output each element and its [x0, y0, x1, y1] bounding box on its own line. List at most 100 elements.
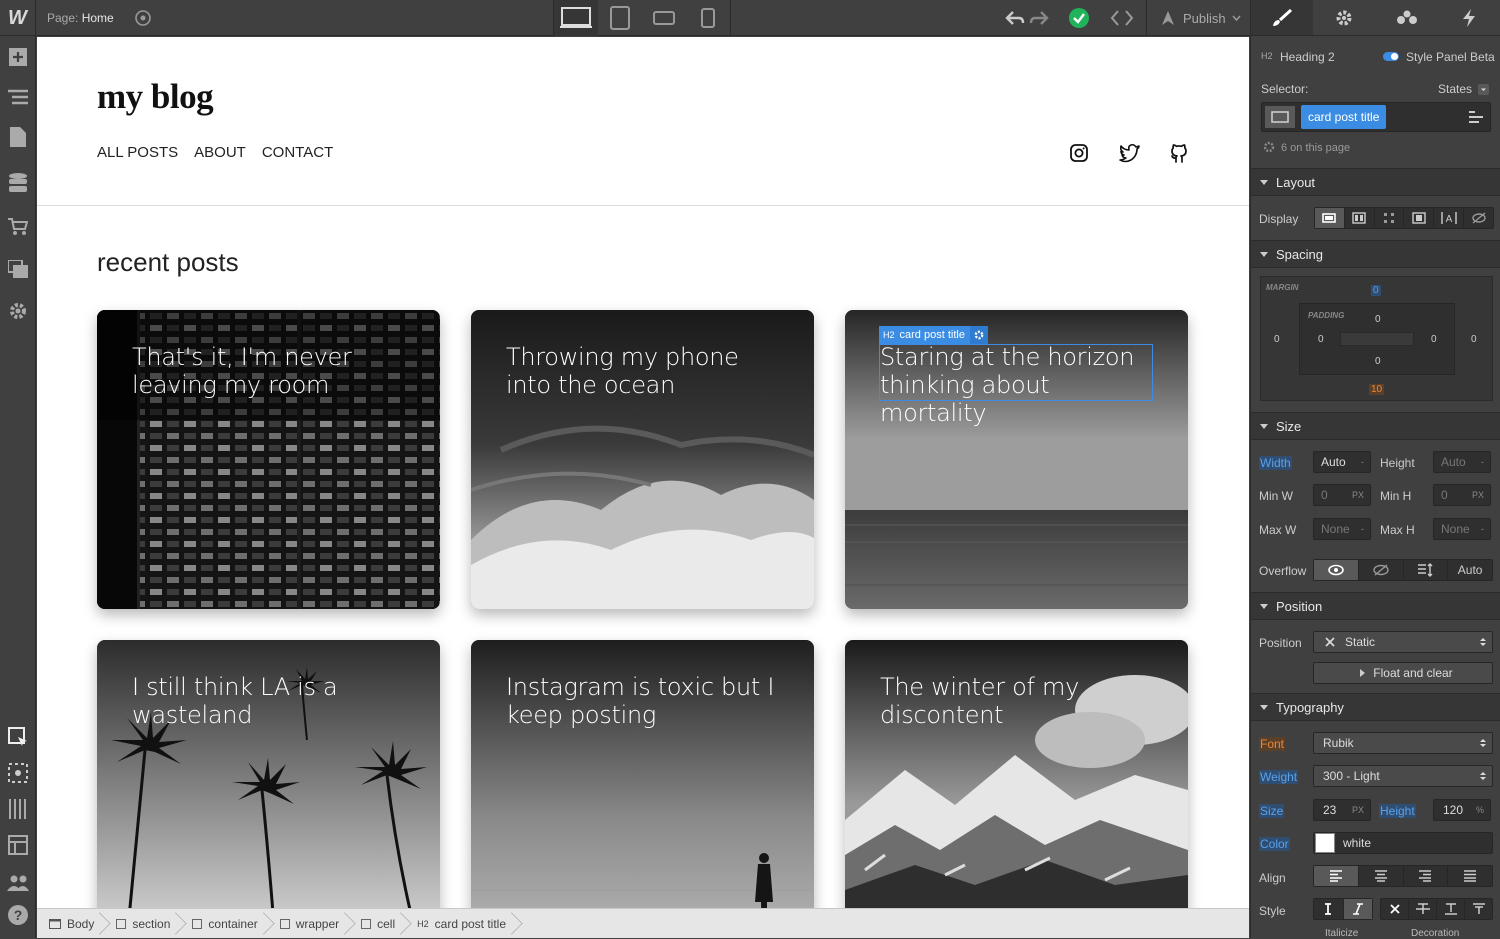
select-tool-icon[interactable]: [7, 726, 29, 748]
cms-icon[interactable]: [7, 172, 29, 194]
post-card[interactable]: I still think LA is a wasteland: [97, 640, 440, 908]
element-settings-gear-icon[interactable]: [1313, 0, 1375, 35]
post-card[interactable]: Instagram is toxic but I keep posting: [471, 640, 814, 908]
preview-select-icon[interactable]: [7, 762, 29, 784]
align-justify-icon[interactable]: [1448, 866, 1492, 886]
min-height-input[interactable]: 0 PX: [1433, 484, 1491, 506]
nav-item-all-posts[interactable]: ALL POSTS: [97, 144, 178, 161]
card-post-title-selected[interactable]: Staring at the horizon thinking about mo…: [880, 343, 1160, 427]
max-height-input[interactable]: None -: [1433, 518, 1491, 540]
margin-bottom-value[interactable]: 10: [1369, 384, 1385, 395]
card-post-title[interactable]: I still think LA is a wasteland: [132, 673, 412, 729]
position-section-header[interactable]: Position: [1251, 592, 1500, 620]
width-input[interactable]: Auto -: [1313, 451, 1371, 473]
selector-menu-icon[interactable]: [1464, 106, 1488, 128]
github-icon[interactable]: [1169, 143, 1191, 165]
padding-bottom-value[interactable]: 0: [1375, 356, 1381, 367]
blog-title[interactable]: my blog: [97, 77, 214, 117]
display-inline-block-icon[interactable]: [1404, 208, 1435, 228]
display-inline-icon[interactable]: A: [1434, 208, 1465, 228]
settings-gear-icon[interactable]: [7, 300, 29, 322]
overflow-auto-option[interactable]: Auto: [1448, 560, 1492, 580]
overline-icon[interactable]: [1465, 899, 1492, 919]
padding-box[interactable]: PADDING 0 0 0 0: [1299, 303, 1455, 375]
align-left-icon[interactable]: [1314, 866, 1359, 886]
font-label[interactable]: Font: [1259, 737, 1286, 751]
publish-status-icon[interactable]: [1068, 0, 1090, 36]
float-and-clear-button[interactable]: Float and clear: [1313, 662, 1493, 684]
size-section-header[interactable]: Size: [1251, 412, 1500, 440]
margin-top-value[interactable]: 0: [1371, 285, 1381, 296]
height-input[interactable]: Auto -: [1433, 451, 1491, 473]
undo-icon[interactable]: [1005, 10, 1025, 26]
nav-item-contact[interactable]: CONTACT: [262, 144, 333, 161]
display-none-icon[interactable]: [1464, 208, 1493, 228]
padding-top-value[interactable]: 0: [1375, 314, 1381, 325]
design-canvas[interactable]: my blog ALL POSTS ABOUT CONTACT recent p…: [37, 37, 1249, 908]
breadcrumb-item-section[interactable]: section: [104, 909, 180, 939]
twitter-icon[interactable]: [1119, 143, 1141, 165]
page-selector[interactable]: Page: Home: [47, 11, 114, 25]
color-input[interactable]: white: [1313, 832, 1493, 854]
breadcrumb-item-body[interactable]: Body: [37, 909, 104, 939]
margin-box[interactable]: MARGIN 0 0 0 10 PADDING 0 0 0 0: [1260, 276, 1493, 401]
display-grid-icon[interactable]: [1375, 208, 1405, 228]
padding-left-value[interactable]: 0: [1318, 334, 1324, 345]
color-swatch[interactable]: [1315, 833, 1335, 853]
post-card[interactable]: Throwing my phone into the ocean: [471, 310, 814, 609]
assets-icon[interactable]: [7, 258, 29, 280]
style-manager-drops-icon[interactable]: [1376, 0, 1438, 35]
style-panel-toggle[interactable]: [1383, 52, 1399, 61]
publish-button[interactable]: Publish: [1146, 0, 1253, 36]
webflow-logo[interactable]: W: [0, 0, 36, 36]
post-card[interactable]: The winter of my discontent: [845, 640, 1188, 908]
breadcrumb-item-wrapper[interactable]: wrapper: [268, 909, 349, 939]
max-width-input[interactable]: None -: [1313, 518, 1371, 540]
post-card[interactable]: Staring at the horizon thinking about mo…: [845, 310, 1188, 609]
states-dropdown[interactable]: States: [1438, 82, 1472, 96]
add-element-icon[interactable]: [7, 46, 29, 68]
weight-label[interactable]: Weight: [1259, 770, 1299, 784]
preview-eye-icon[interactable]: [134, 9, 152, 27]
overflow-hidden-icon[interactable]: [1359, 560, 1404, 580]
layout-section-header[interactable]: Layout: [1251, 168, 1500, 196]
breadcrumb-item-card-post-title[interactable]: H2 card post title: [405, 909, 516, 939]
ecommerce-cart-icon[interactable]: [7, 216, 29, 238]
decoration-none-icon[interactable]: [1381, 899, 1409, 919]
style-brush-icon[interactable]: [1251, 0, 1314, 35]
selector-chip[interactable]: card post title: [1301, 105, 1387, 129]
card-post-title[interactable]: Throwing my phone into the ocean: [506, 343, 786, 399]
italic-style-icon[interactable]: [1343, 899, 1372, 919]
font-size-label[interactable]: Size: [1259, 804, 1285, 818]
grid-overlay-icon[interactable]: [7, 798, 29, 820]
weight-select[interactable]: 300 - Light: [1313, 765, 1493, 787]
overflow-visible-eye-icon[interactable]: [1314, 560, 1359, 580]
element-settings-icon[interactable]: [969, 326, 988, 344]
color-label[interactable]: Color: [1259, 837, 1290, 851]
spacing-section-header[interactable]: Spacing: [1251, 240, 1500, 268]
layout-guides-icon[interactable]: [7, 834, 29, 856]
redo-icon[interactable]: [1029, 10, 1049, 26]
regular-style-icon[interactable]: [1314, 899, 1344, 919]
mobile-portrait-icon[interactable]: [686, 0, 730, 36]
post-card[interactable]: That's it, I'm never leaving my room: [97, 310, 440, 609]
code-export-icon[interactable]: [1110, 0, 1134, 36]
desktop-device-icon[interactable]: [554, 0, 598, 36]
breadcrumb-item-container[interactable]: container: [180, 909, 267, 939]
navigator-icon[interactable]: [7, 86, 29, 108]
interactions-bolt-icon[interactable]: [1438, 0, 1500, 35]
collaborators-icon[interactable]: [7, 872, 29, 894]
strikethrough-icon[interactable]: [1409, 899, 1437, 919]
font-select[interactable]: Rubik: [1313, 732, 1493, 754]
margin-left-value[interactable]: 0: [1274, 334, 1280, 345]
display-flex-icon[interactable]: [1345, 208, 1375, 228]
line-height-input[interactable]: 120%: [1433, 799, 1491, 821]
overflow-scroll-icon[interactable]: [1404, 560, 1449, 580]
width-label[interactable]: Width: [1259, 456, 1292, 470]
font-size-input[interactable]: 23 PX: [1313, 799, 1371, 821]
align-center-icon[interactable]: [1359, 866, 1404, 886]
section-heading[interactable]: recent posts: [97, 247, 239, 278]
line-height-label[interactable]: Height: [1379, 804, 1416, 818]
card-post-title[interactable]: The winter of my discontent: [880, 673, 1160, 729]
margin-right-value[interactable]: 0: [1471, 334, 1477, 345]
